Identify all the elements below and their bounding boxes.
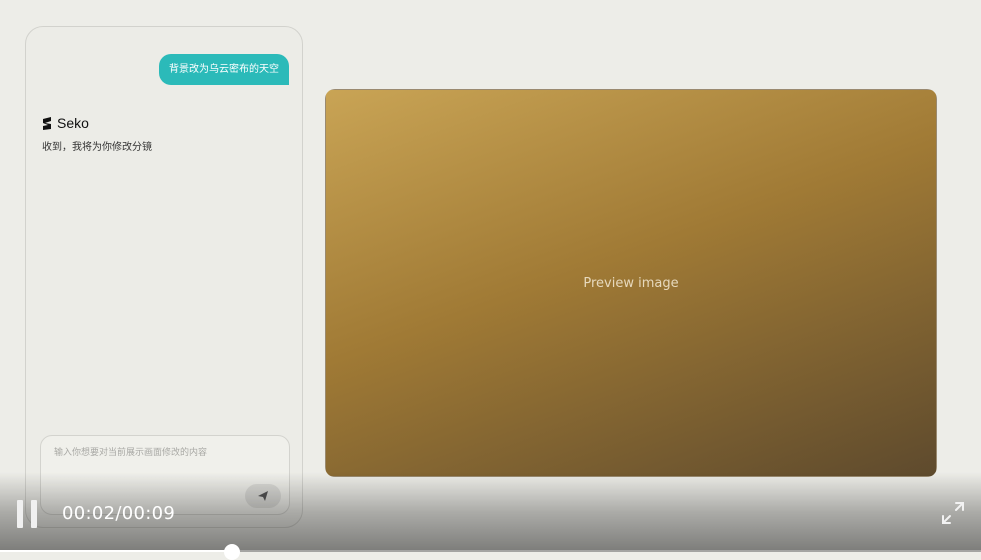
assistant-message: 收到，我将为你修改分镜: [42, 142, 152, 153]
send-icon: [258, 491, 268, 501]
preview-image: Preview image: [325, 89, 937, 477]
storyboard-preview: Preview image: [325, 89, 937, 477]
user-message-bubble: 背景改为乌云密布的天空: [159, 54, 289, 85]
pause-icon: [17, 500, 23, 528]
pause-button[interactable]: [17, 500, 41, 528]
fullscreen-icon[interactable]: [940, 500, 966, 526]
chat-input-placeholder: 输入你想要对当前展示画面修改的内容: [54, 448, 208, 458]
assistant-header: Seko: [42, 114, 89, 132]
send-button[interactable]: [245, 484, 281, 508]
pause-icon-bar: [31, 500, 37, 528]
assistant-name: Seko: [57, 115, 89, 131]
seko-logo-icon: [43, 116, 51, 130]
chat-panel: 背景改为乌云密布的天空 Seko 收到，我将为你修改分镜 输入你想要对当前展示画…: [25, 26, 303, 528]
preview-image-label: Preview image: [583, 275, 679, 291]
progress-knob[interactable]: [224, 544, 240, 560]
time-readout: 00:02/00:09: [62, 503, 176, 524]
